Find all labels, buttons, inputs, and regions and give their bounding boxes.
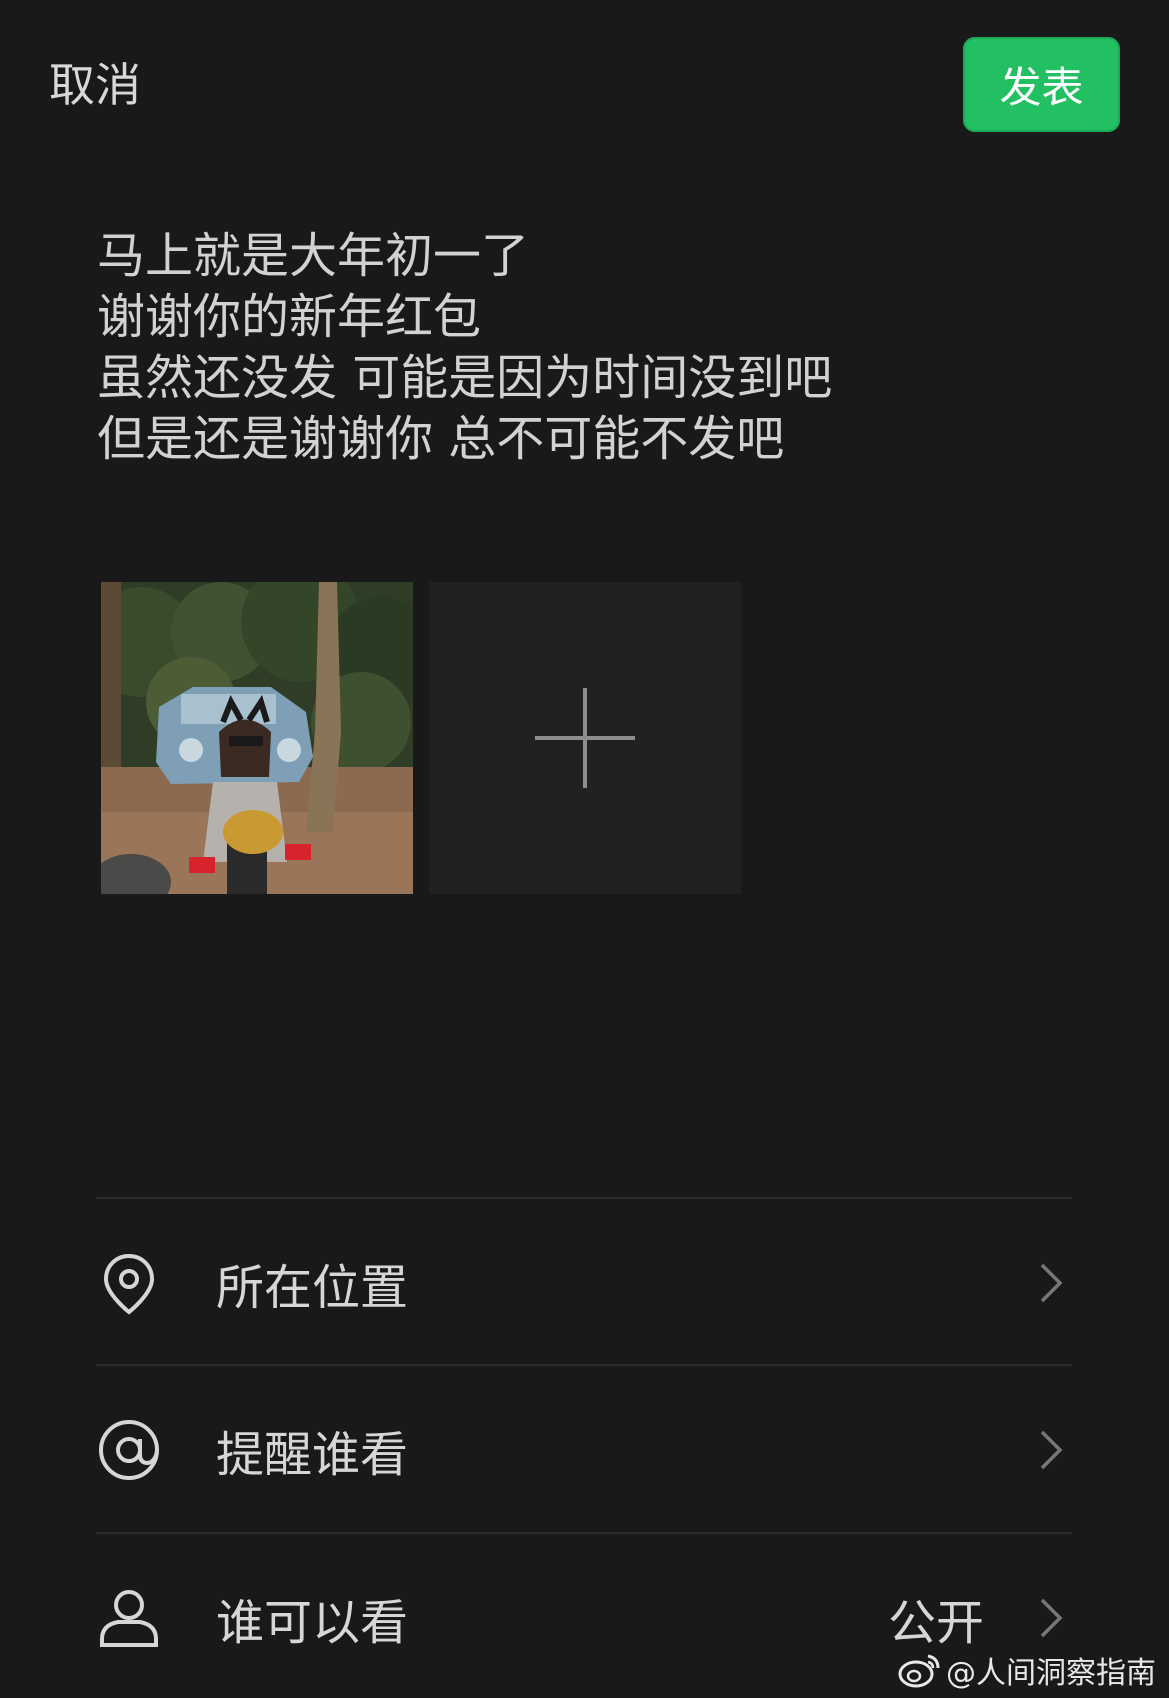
post-text-line: 谢谢你的新年红包 xyxy=(97,289,482,345)
divider xyxy=(96,1197,1072,1199)
chevron-right-icon xyxy=(1040,1598,1063,1638)
visibility-label: 谁可以看 xyxy=(216,1595,409,1651)
chevron-right-icon xyxy=(1040,1430,1063,1470)
location-option[interactable]: 所在位置 xyxy=(96,1203,1072,1363)
cancel-button[interactable]: 取消 xyxy=(49,52,141,118)
at-sign-icon xyxy=(99,1420,159,1480)
post-text-line: 马上就是大年初一了 xyxy=(97,228,530,284)
visibility-value: 公开 xyxy=(887,1595,984,1651)
add-photo-button[interactable] xyxy=(429,582,741,894)
post-text-line: 虽然还没发 可能是因为时间没到吧 xyxy=(97,350,833,406)
location-pin-icon xyxy=(103,1253,155,1315)
publish-button[interactable]: 发表 xyxy=(963,37,1120,132)
photo-thumbnail[interactable] xyxy=(101,582,413,894)
photo-image xyxy=(101,582,413,894)
post-text-input[interactable]: 马上就是大年初一了 谢谢你的新年红包 虽然还没发 可能是因为时间没到吧 但是还是… xyxy=(97,226,1097,470)
post-text-line: 但是还是谢谢你 总不可能不发吧 xyxy=(97,411,785,467)
location-label: 所在位置 xyxy=(216,1260,409,1316)
divider xyxy=(96,1532,1072,1534)
person-icon xyxy=(100,1590,158,1647)
plus-icon xyxy=(535,688,635,788)
mention-label: 提醒谁看 xyxy=(216,1427,409,1483)
weibo-logo xyxy=(898,1654,940,1688)
watermark-text: @人间洞察指南 xyxy=(946,1656,1156,1691)
divider xyxy=(96,1364,1072,1366)
chevron-right-icon xyxy=(1040,1263,1063,1303)
watermark: @人间洞察指南 xyxy=(898,1648,1156,1692)
mention-option[interactable]: 提醒谁看 xyxy=(96,1370,1072,1530)
